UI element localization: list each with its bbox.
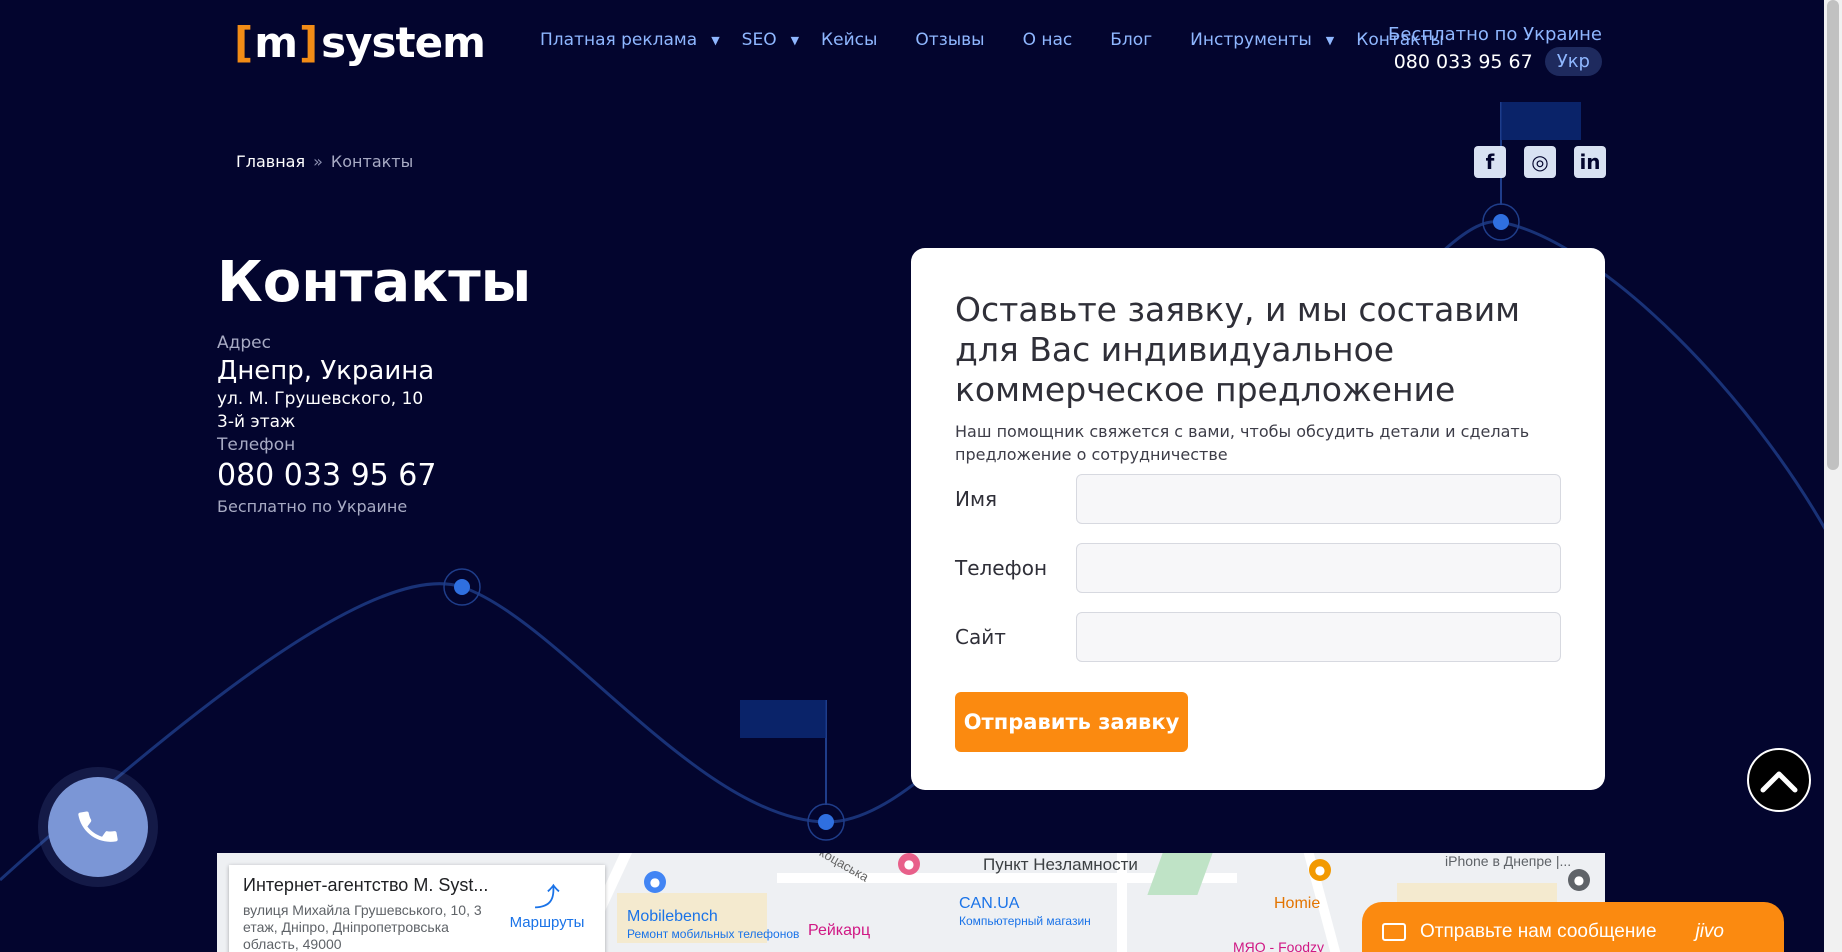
address-floor: 3-й этаж — [217, 412, 296, 432]
nav-item-blog[interactable]: Блог — [1110, 30, 1152, 50]
wave-node-3-core — [1493, 214, 1509, 230]
header-free-text: Бесплатно по Украине — [1388, 24, 1602, 45]
page: [ m ] system Платная реклама ▼ SEO ▼ Кей… — [0, 0, 1842, 952]
nav-item-label: Кейсы — [821, 30, 878, 50]
map-label-point: Пункт Незламности — [983, 855, 1138, 874]
linkedin-icon[interactable]: in — [1574, 146, 1606, 178]
form-row-site: Сайт — [955, 612, 1561, 662]
address-street: ул. М. Грушевского, 10 — [217, 389, 424, 409]
nav-item-label: Блог — [1110, 30, 1153, 50]
logo[interactable]: [ m ] system — [234, 18, 486, 67]
chat-widget-button[interactable]: Отправьте нам сообщение jivo — [1362, 902, 1784, 952]
phone-input[interactable] — [1076, 543, 1561, 593]
header-phone-row: 080 033 95 67 Укр — [1388, 47, 1602, 76]
nav-item-tools[interactable]: Инструменты ▼ — [1190, 30, 1334, 50]
map-label-homie: Homie — [1274, 895, 1321, 912]
nav-item-label: Инструменты — [1190, 30, 1312, 50]
map-label-iphone: iPhone в Днепре |... — [1445, 853, 1572, 869]
chevron-down-icon: ▼ — [711, 33, 720, 47]
page-scrollbar[interactable] — [1824, 0, 1842, 952]
logo-bracket-close: ] — [298, 18, 318, 67]
nav-item-cases[interactable]: Кейсы — [821, 30, 877, 50]
logo-word: system — [321, 18, 486, 67]
breadcrumb-home-link[interactable]: Главная — [236, 152, 305, 171]
nav-item-label: Отзывы — [915, 30, 985, 50]
envelope-icon — [1382, 923, 1406, 941]
wave-flag-2 — [740, 700, 826, 738]
name-input[interactable] — [1076, 474, 1561, 524]
page-title: Контакты — [217, 250, 532, 315]
form-title: Оставьте заявку, и мы составим для Вас и… — [955, 290, 1521, 409]
form-row-phone: Телефон — [955, 543, 1561, 593]
logo-m: m — [254, 18, 298, 67]
breadcrumb: Главная » Контакты — [236, 152, 413, 171]
form-subtitle: Наш помощник свяжется с вами, чтобы обсу… — [955, 422, 1530, 464]
scrollbar-thumb[interactable] — [1827, 0, 1839, 470]
breadcrumb-current: Контакты — [330, 152, 414, 171]
address-label: Адрес — [217, 333, 271, 353]
directions-icon: ⤴ — [533, 882, 560, 912]
map-pin-icon[interactable]: ● — [1309, 859, 1331, 881]
phone-free-text: Бесплатно по Украине — [217, 497, 408, 516]
map-route-label: Маршруты — [509, 914, 585, 931]
call-back-button[interactable] — [48, 777, 148, 877]
language-switch-button[interactable]: Укр — [1544, 47, 1602, 76]
chevron-down-icon: ▼ — [790, 33, 800, 47]
map-pin-icon[interactable]: ● — [644, 871, 666, 893]
map-park — [1147, 853, 1213, 895]
contact-phone-link[interactable]: 080 033 95 67 — [217, 456, 436, 496]
nav-item-label: SEO — [741, 30, 777, 50]
form-fields: Имя Телефон Сайт — [955, 474, 1561, 662]
map-pin-icon[interactable]: ● — [898, 853, 920, 875]
map-label-canua: CAN.UA — [959, 895, 1020, 912]
map-label-repair: Ремонт мобильных телефонов — [627, 927, 800, 941]
scroll-to-top-button[interactable] — [1747, 748, 1811, 812]
contact-info: Адрес Днепр, Украина ул. М. Грушевского,… — [217, 332, 436, 518]
logo-bracket-open: [ — [234, 18, 253, 67]
map-pin-icon[interactable]: ● — [1568, 869, 1590, 891]
wave-flag-3 — [1501, 102, 1581, 140]
wave-node-1-core — [454, 579, 470, 595]
nav-item-label: О нас — [1022, 30, 1073, 50]
nav-item-about[interactable]: О нас — [1023, 30, 1073, 50]
map-label-computer-shop: Компьютерный магазин — [959, 914, 1091, 928]
nav-item-label: Платная реклама — [540, 30, 698, 50]
map-place-title[interactable]: Интернет-агентство M. Syst... — [243, 875, 493, 896]
map-label-reikartz: Рейкарц — [808, 922, 871, 939]
map-place-address: вулиця Михайла Грушевського, 10, 3 етаж,… — [243, 902, 482, 952]
social-links: f ◎ in — [1456, 146, 1606, 178]
site-label: Сайт — [955, 625, 1006, 649]
site-input[interactable] — [1076, 612, 1561, 662]
phone-label: Телефон — [217, 435, 296, 455]
map-label-mobilebench: Mobilebench — [627, 908, 718, 925]
wave-node-2-core — [818, 814, 834, 830]
request-form-card: Оставьте заявку, и мы составим для Вас и… — [911, 248, 1605, 790]
chevron-up-icon — [1760, 771, 1798, 793]
nav-item-seo[interactable]: SEO ▼ — [742, 30, 799, 50]
phone-icon — [78, 811, 118, 842]
name-label: Имя — [955, 487, 998, 511]
header-phone-link[interactable]: 080 033 95 67 — [1394, 51, 1533, 73]
map-label-myao: МЯО - Foodzy — [1233, 939, 1325, 952]
main-nav: Платная реклама ▼ SEO ▼ Кейсы Отзывы О н… — [540, 30, 1482, 50]
submit-request-button[interactable]: Отправить заявку — [955, 692, 1188, 752]
address-city: Днепр, Украина — [217, 356, 435, 386]
breadcrumb-separator: » — [313, 152, 323, 171]
facebook-icon[interactable]: f — [1474, 146, 1506, 178]
header-contact: Бесплатно по Украине 080 033 95 67 Укр — [1388, 24, 1602, 76]
instagram-icon[interactable]: ◎ — [1524, 146, 1556, 178]
map-place-card: Интернет-агентство M. Syst... вулиця Мих… — [229, 865, 605, 952]
chevron-down-icon: ▼ — [1325, 33, 1335, 47]
form-row-name: Имя — [955, 474, 1561, 524]
phone-field-label: Телефон — [955, 556, 1048, 580]
chat-widget-label: Отправьте нам сообщение — [1420, 921, 1657, 942]
nav-item-paid-ads[interactable]: Платная реклама ▼ — [540, 30, 720, 50]
chat-brand: jivo — [1695, 921, 1724, 942]
nav-item-reviews[interactable]: Отзывы — [915, 30, 984, 50]
map-route-button[interactable]: ⤴ Маршруты — [509, 877, 585, 931]
